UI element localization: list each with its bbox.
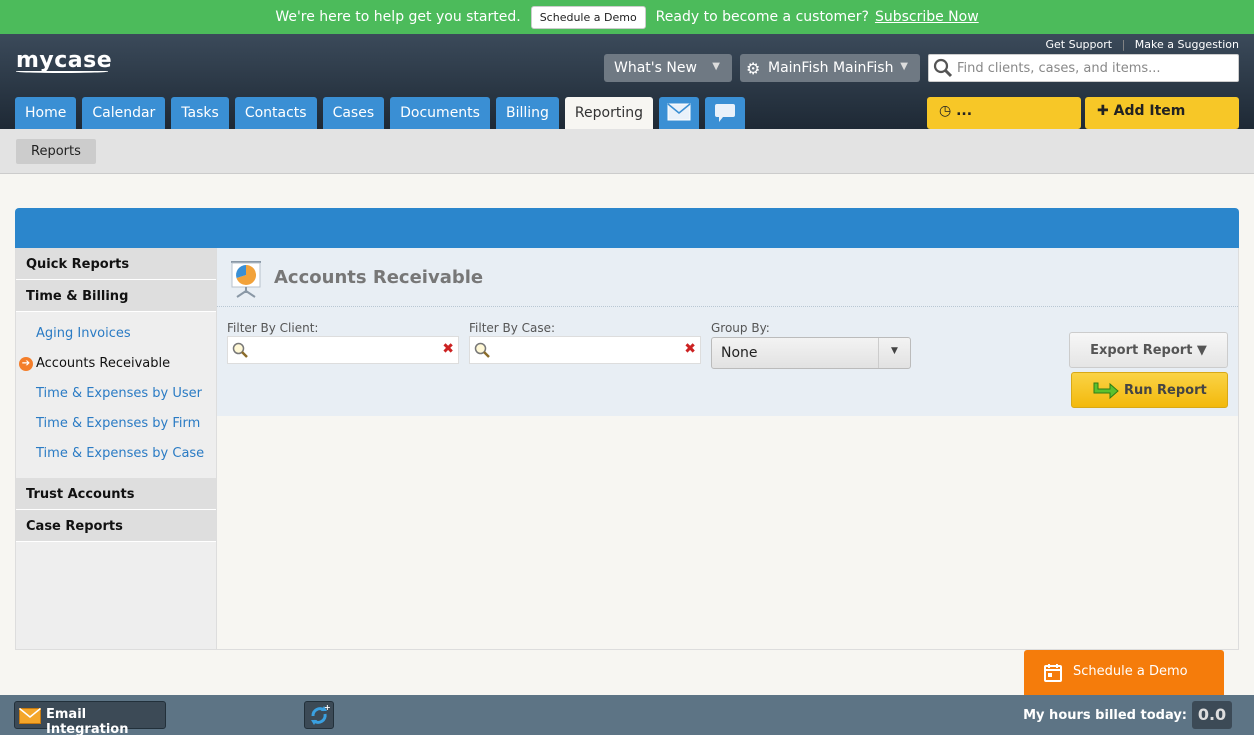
gear-icon: ⚙ — [746, 59, 761, 78]
link-separator: | — [1121, 38, 1126, 51]
report-title: Accounts Receivable — [274, 267, 484, 288]
sidebar-item-label: Accounts Receivable — [36, 356, 171, 371]
filter-client-field[interactable]: ✖ — [227, 336, 459, 364]
tab-billing[interactable]: Billing — [495, 97, 559, 129]
breadcrumb-bar: Reports — [0, 129, 1254, 174]
whats-new-label: What's New — [614, 60, 697, 76]
report-filters-area: Accounts Receivable Filter By Client: ✖ … — [217, 248, 1238, 416]
email-integration-button[interactable]: Email Integration — [14, 701, 166, 735]
chevron-down-icon: ▼ — [900, 61, 908, 72]
report-header-band — [15, 208, 1239, 248]
whats-new-dropdown[interactable]: What's New ▼ — [604, 54, 732, 82]
search-icon — [232, 342, 248, 358]
reports-sidebar: Quick Reports Time & Billing Aging Invoi… — [15, 248, 217, 650]
global-search — [928, 54, 1239, 82]
search-icon — [474, 342, 490, 358]
export-report-button[interactable]: Export Report ▼ — [1069, 332, 1228, 368]
main-nav-tabs: Home Calendar Tasks Contacts Cases Docum… — [15, 97, 745, 129]
search-icon — [933, 58, 953, 78]
breadcrumb-reports[interactable]: Reports — [16, 139, 96, 164]
tab-chat[interactable] — [704, 97, 745, 129]
schedule-demo-button[interactable]: Schedule a Demo — [530, 5, 646, 29]
sidebar-item-time-expenses-case[interactable]: Time & Expenses by Case — [16, 440, 216, 470]
get-support-link[interactable]: Get Support — [1045, 38, 1112, 51]
user-menu-dropdown[interactable]: ⚙ MainFish MainFish ▼ — [740, 54, 920, 82]
clear-icon[interactable]: ✖ — [684, 341, 696, 357]
clock-icon: ◷ — [939, 103, 952, 119]
chevron-down-icon: ▼ — [878, 338, 910, 368]
add-item-button[interactable]: ✚ Add Item — [1085, 97, 1239, 129]
time-billing-list: Aging Invoices ➔ Accounts Receivable Tim… — [16, 312, 216, 478]
svg-text:+: + — [324, 703, 331, 712]
run-report-label: Run Report — [1124, 383, 1207, 398]
sidebar-item-time-expenses-firm[interactable]: Time & Expenses by Firm — [16, 410, 216, 440]
sidebar-item-aging-invoices[interactable]: Aging Invoices — [16, 320, 216, 350]
envelope-icon — [667, 103, 691, 121]
mycase-logo[interactable]: mycase — [16, 48, 112, 73]
add-item-label: Add Item — [1113, 103, 1186, 119]
plus-icon: ✚ — [1097, 103, 1109, 119]
tab-documents[interactable]: Documents — [390, 97, 490, 129]
promo-bar: We're here to help get you started. Sche… — [0, 0, 1254, 34]
recent-label: ... — [956, 103, 973, 119]
promo-ready-text: Ready to become a customer? — [655, 9, 869, 25]
floating-schedule-demo-button[interactable]: Schedule a Demo — [1024, 650, 1224, 695]
hours-billed-label: My hours billed today: — [1023, 708, 1187, 723]
sidebar-section-time-billing[interactable]: Time & Billing — [16, 280, 216, 312]
tab-reporting[interactable]: Reporting — [564, 97, 653, 129]
user-name: MainFish MainFish — [768, 60, 894, 76]
presentation-chart-icon — [231, 261, 261, 298]
logo-swoosh — [16, 70, 108, 73]
group-by-value: None — [721, 345, 758, 361]
recent-activity-button[interactable]: ◷ ... — [927, 97, 1081, 129]
email-integration-label: Email Integration — [46, 707, 129, 735]
sidebar-item-accounts-receivable[interactable]: ➔ Accounts Receivable — [16, 350, 216, 380]
sidebar-item-time-expenses-user[interactable]: Time & Expenses by User — [16, 380, 216, 410]
floating-demo-label: Schedule a Demo — [1073, 664, 1188, 679]
tab-home[interactable]: Home — [15, 97, 77, 129]
chevron-down-icon: ▼ — [712, 61, 720, 72]
sync-button[interactable]: + — [304, 701, 334, 729]
arrow-right-icon: ➔ — [19, 357, 33, 371]
make-suggestion-link[interactable]: Make a Suggestion — [1135, 38, 1239, 51]
sidebar-section-trust-accounts[interactable]: Trust Accounts — [16, 478, 216, 510]
sidebar-section-quick-reports[interactable]: Quick Reports — [16, 248, 216, 280]
app-header: mycase Get Support | Make a Suggestion W… — [0, 34, 1254, 129]
filter-client-label: Filter By Client: — [227, 321, 319, 335]
run-arrow-icon — [1093, 382, 1119, 400]
clear-icon[interactable]: ✖ — [442, 341, 454, 357]
sidebar-section-case-reports[interactable]: Case Reports — [16, 510, 216, 542]
report-panel: Accounts Receivable Filter By Client: ✖ … — [217, 248, 1239, 650]
filter-case-label: Filter By Case: — [469, 321, 556, 335]
hours-billed-value[interactable]: 0.0 — [1192, 701, 1232, 729]
top-links: Get Support | Make a Suggestion — [1045, 38, 1239, 51]
envelope-icon — [19, 708, 41, 724]
chat-icon — [714, 104, 735, 122]
filter-case-field[interactable]: ✖ — [469, 336, 701, 364]
tab-cases[interactable]: Cases — [322, 97, 385, 129]
tab-calendar[interactable]: Calendar — [82, 97, 166, 129]
group-by-select[interactable]: None ▼ — [711, 337, 911, 369]
tab-tasks[interactable]: Tasks — [171, 97, 229, 129]
search-input[interactable] — [957, 58, 1233, 78]
tab-messages[interactable] — [658, 97, 699, 129]
calendar-icon — [1044, 664, 1062, 682]
sync-icon: + — [311, 703, 331, 725]
subscribe-now-link[interactable]: Subscribe Now — [875, 9, 979, 25]
group-by-label: Group By: — [711, 321, 770, 335]
bottom-bar: Email Integration + My hours billed toda… — [0, 695, 1254, 735]
run-report-button[interactable]: Run Report — [1071, 372, 1228, 408]
tab-contacts[interactable]: Contacts — [234, 97, 317, 129]
promo-help-text: We're here to help get you started. — [275, 9, 521, 25]
report-title-row: Accounts Receivable — [217, 248, 1238, 307]
